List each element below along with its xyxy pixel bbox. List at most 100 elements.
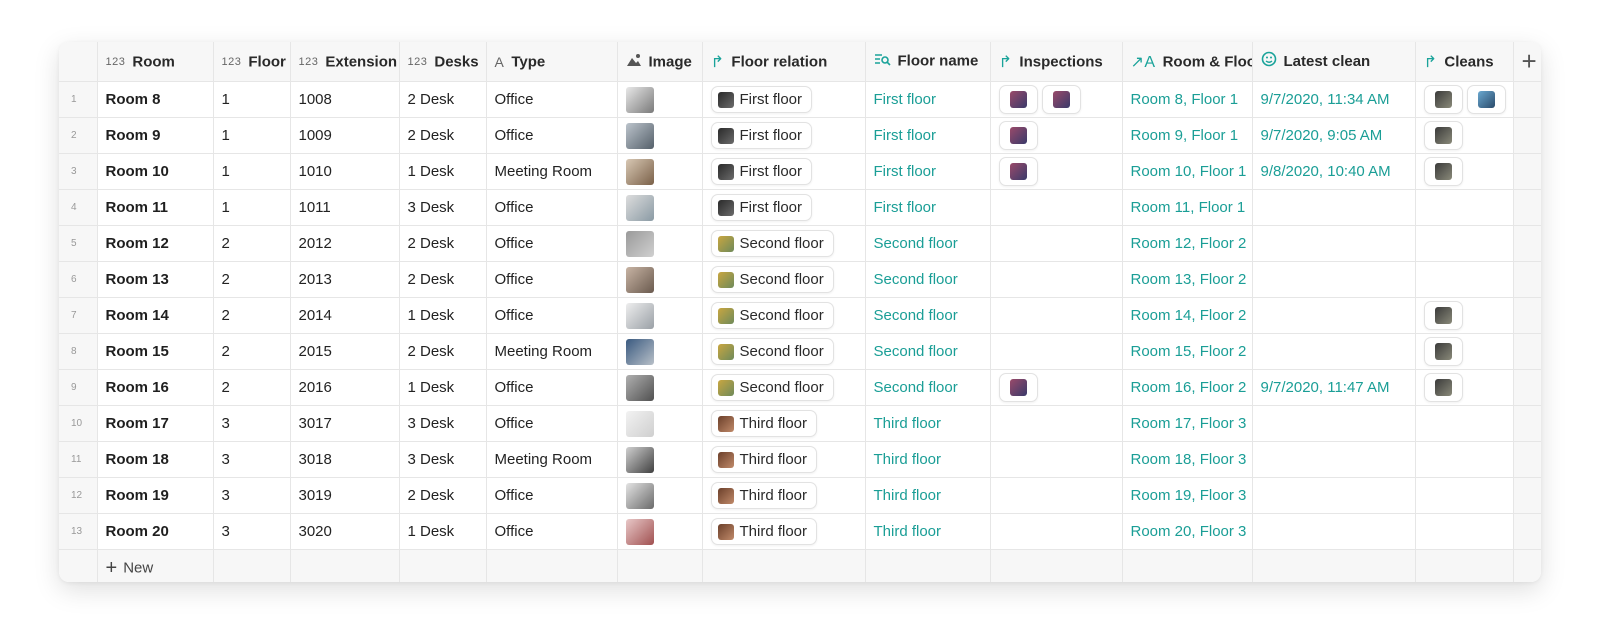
cell-latest-clean[interactable]: 9/7/2020, 11:34 AM [1252,81,1416,118]
row-number[interactable]: 9 [59,369,98,406]
cell-floor-relation[interactable]: Third floor [702,441,866,478]
cell-image[interactable] [617,153,703,190]
cell-room-floor[interactable]: Room 20, Floor 3 [1122,513,1253,550]
floor-relation-chip[interactable]: First floor [710,194,813,221]
cell-extension[interactable]: 2014 [290,297,400,334]
inspection-chip[interactable] [998,157,1038,186]
clean-chip[interactable] [1423,157,1463,186]
cell-latest-clean[interactable] [1252,441,1416,478]
cell-latest-clean[interactable]: 9/8/2020, 10:40 AM [1252,153,1416,190]
cell-image[interactable] [617,225,703,262]
cell-room[interactable]: Room 13 [97,261,214,298]
clean-chip[interactable] [1423,85,1463,114]
cell-floor-relation[interactable]: Third floor [702,477,866,514]
column-header-room[interactable]: 123 Room [97,42,214,82]
room-photo-thumbnail[interactable] [625,122,654,149]
cell-room[interactable]: Room 11 [97,189,214,226]
cell-latest-clean[interactable] [1252,333,1416,370]
cell-desks[interactable]: 3 Desk [399,405,487,442]
cell-cleans[interactable] [1415,405,1514,442]
cell-room-floor[interactable]: Room 16, Floor 2 [1122,369,1253,406]
row-number[interactable]: 13 [59,513,98,550]
cell-image[interactable] [617,261,703,298]
row-number[interactable]: 4 [59,189,98,226]
cell-type[interactable]: Meeting Room [486,153,618,190]
cell-floor[interactable]: 2 [213,369,291,406]
cell-floor[interactable]: 2 [213,261,291,298]
cell-room[interactable]: Room 10 [97,153,214,190]
cell-room-floor[interactable]: Room 9, Floor 1 [1122,117,1253,154]
cell-type[interactable]: Office [486,477,618,514]
room-photo-thumbnail[interactable] [625,302,654,329]
cell-floor[interactable]: 3 [213,405,291,442]
cell-extension[interactable]: 2015 [290,333,400,370]
cell-room-floor[interactable]: Room 10, Floor 1 [1122,153,1253,190]
cell-type[interactable]: Meeting Room [486,333,618,370]
cell-extension[interactable]: 1009 [290,117,400,154]
room-photo-thumbnail[interactable] [625,446,654,473]
cell-cleans[interactable] [1415,297,1514,334]
floor-relation-chip[interactable]: Second floor [710,374,834,401]
column-header-floor-name[interactable]: Floor name [865,42,991,82]
clean-chip[interactable] [1423,337,1463,366]
cell-floor-name[interactable]: Second floor [865,297,991,334]
inspection-chip[interactable] [1041,85,1081,114]
cell-room-floor[interactable]: Room 13, Floor 2 [1122,261,1253,298]
cell-floor[interactable]: 1 [213,153,291,190]
cell-type[interactable]: Office [486,405,618,442]
floor-relation-chip[interactable]: First floor [710,158,813,185]
column-header-type[interactable]: A Type [486,42,618,82]
clean-chip[interactable] [1423,373,1463,402]
room-photo-thumbnail[interactable] [625,86,654,113]
row-number[interactable]: 3 [59,153,98,190]
cell-room[interactable]: Room 18 [97,441,214,478]
cell-floor-relation[interactable]: Third floor [702,405,866,442]
cell-desks[interactable]: 1 Desk [399,153,487,190]
cell-room-floor[interactable]: Room 8, Floor 1 [1122,81,1253,118]
cell-room[interactable]: Room 15 [97,333,214,370]
room-photo-thumbnail[interactable] [625,374,654,401]
room-photo-thumbnail[interactable] [625,482,654,509]
cell-floor[interactable]: 3 [213,441,291,478]
floor-relation-chip[interactable]: Third floor [710,518,818,545]
column-header-floor-relation[interactable]: ↱ Floor relation [702,42,866,82]
cell-image[interactable] [617,333,703,370]
cell-type[interactable]: Office [486,225,618,262]
row-number[interactable]: 5 [59,225,98,262]
cell-floor[interactable]: 3 [213,513,291,550]
cell-floor-relation[interactable]: First floor [702,189,866,226]
cell-room[interactable]: Room 14 [97,297,214,334]
cell-inspections[interactable] [990,225,1123,262]
cell-desks[interactable]: 3 Desk [399,441,487,478]
cell-inspections[interactable] [990,189,1123,226]
cell-room-floor[interactable]: Room 11, Floor 1 [1122,189,1253,226]
cell-floor-relation[interactable]: First floor [702,153,866,190]
room-photo-thumbnail[interactable] [625,158,654,185]
cell-floor-name[interactable]: Third floor [865,513,991,550]
cell-floor-name[interactable]: First floor [865,153,991,190]
cell-cleans[interactable] [1415,81,1514,118]
cell-room[interactable]: Room 19 [97,477,214,514]
cell-latest-clean[interactable] [1252,225,1416,262]
cell-room[interactable]: Room 9 [97,117,214,154]
cell-image[interactable] [617,81,703,118]
cell-type[interactable]: Office [486,117,618,154]
row-number[interactable]: 1 [59,81,98,118]
cell-latest-clean[interactable] [1252,189,1416,226]
cell-latest-clean[interactable]: 9/7/2020, 11:47 AM [1252,369,1416,406]
cell-cleans[interactable] [1415,441,1514,478]
row-number[interactable]: 10 [59,405,98,442]
cell-extension[interactable]: 2012 [290,225,400,262]
cell-floor-name[interactable]: Third floor [865,405,991,442]
cell-floor-name[interactable]: First floor [865,81,991,118]
inspection-chip[interactable] [998,121,1038,150]
cell-inspections[interactable] [990,441,1123,478]
cell-floor[interactable]: 1 [213,189,291,226]
cell-desks[interactable]: 2 Desk [399,225,487,262]
column-header-floor[interactable]: 123 Floor [213,42,291,82]
cell-cleans[interactable] [1415,369,1514,406]
cell-floor-name[interactable]: Second floor [865,225,991,262]
cell-cleans[interactable] [1415,513,1514,550]
cell-inspections[interactable] [990,261,1123,298]
cell-floor-name[interactable]: Second floor [865,261,991,298]
